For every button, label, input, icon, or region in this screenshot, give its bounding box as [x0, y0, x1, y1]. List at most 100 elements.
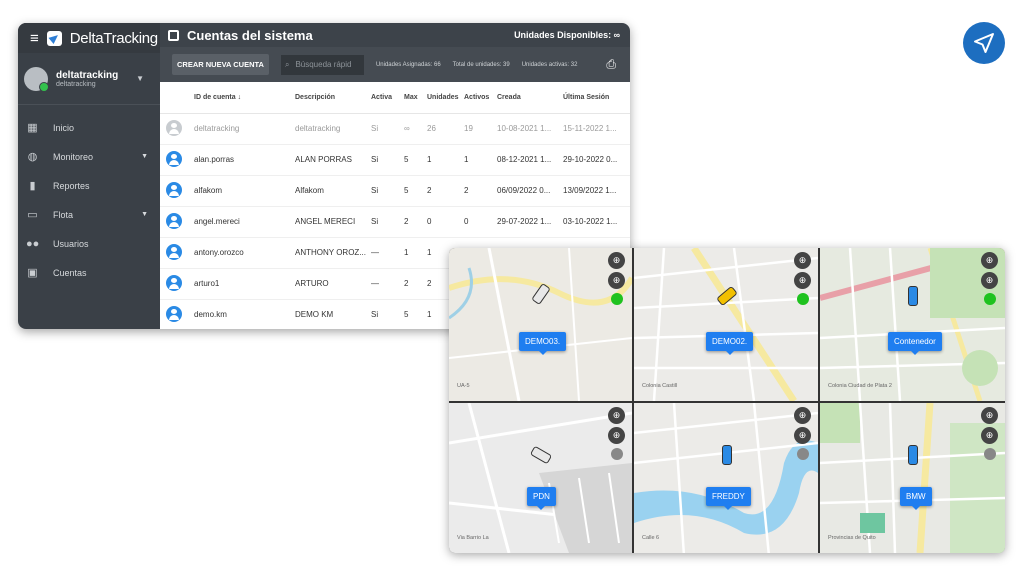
column-header[interactable]: ID de cuenta ↓ [194, 82, 295, 114]
bar-chart-icon: ▮ [29, 180, 36, 192]
page-header: Cuentas del sistema Unidades Disponibles… [160, 23, 630, 47]
user-avatar-icon [166, 305, 182, 322]
vehicle-label[interactable]: BMW [900, 487, 932, 510]
printer-icon[interactable]: ⎙ [606, 57, 616, 72]
vehicle-icon[interactable] [722, 445, 732, 465]
search-input[interactable]: ⌕ Búsqueda rápid [280, 54, 364, 75]
zoom-in-icon[interactable]: ⊕ [794, 252, 811, 269]
map-tile[interactable]: Via Barrio La ⊕ ⊕ PDN [449, 403, 632, 553]
vehicle-icon[interactable] [908, 286, 918, 306]
table-row[interactable]: deltatracking deltatracking Si ∞ 26 19 10-08-2… [160, 113, 630, 145]
table-cell: demo.km [194, 299, 295, 329]
table-row[interactable]: alfakom Alfakom Si 5 2 2 06/09/2022 0... 13/09/… [160, 175, 630, 207]
user-avatar-icon [166, 274, 182, 291]
vehicle-label[interactable]: FREDDY [706, 487, 751, 510]
table-cell: 2 [404, 268, 427, 300]
table-row[interactable]: angel.mereci ANGEL MERECI Si 2 0 0 29-07-2022 … [160, 206, 630, 238]
sidebar-item-reportes[interactable]: ▮ Reportes [18, 171, 160, 200]
user-avatar-icon [166, 119, 182, 136]
zoom-in-icon[interactable]: ⊕ [981, 272, 998, 289]
create-account-button[interactable]: CREAR NUEVA CUENTA [172, 54, 269, 75]
table-cell: 5 [404, 144, 427, 176]
column-header[interactable]: Max [404, 82, 427, 114]
column-header[interactable]: Unidades [427, 82, 464, 114]
zoom-in-icon[interactable]: ⊕ [981, 252, 998, 269]
zoom-in-icon[interactable]: ⊕ [608, 427, 625, 444]
active-units: Unidades activas: 32 [521, 61, 578, 68]
column-header[interactable]: Activa [371, 82, 404, 114]
sidebar-item-label: Flota [53, 209, 74, 220]
vehicle-label[interactable]: Contenedor [888, 332, 942, 355]
table-cell: Si [371, 113, 404, 145]
table-cell: Si [371, 144, 404, 176]
vehicle-label[interactable]: PDN [527, 487, 556, 510]
user-avatar-icon [166, 212, 182, 229]
menu-icon[interactable]: ≡ [30, 30, 39, 47]
sidebar-item-inicio[interactable]: ▦ Inicio [18, 113, 160, 142]
table-cell: angel.mereci [194, 206, 295, 238]
column-header[interactable]: Creada [497, 82, 563, 114]
table-cell: alfakom [194, 175, 295, 207]
table-cell: ANGEL MERECI [295, 206, 371, 238]
map-grid: UA-5 ⊕ ⊕ DEMO03. Colonia Castill ⊕ ⊕ DEMO02. Col… [449, 248, 1005, 553]
column-header[interactable]: Descripción [295, 82, 371, 114]
street-label: Provincias de Quito [828, 535, 876, 541]
available-units: Unidades Disponibles: ∞ [514, 30, 620, 40]
search-placeholder: Búsqueda rápid [295, 60, 352, 69]
navigation-arrow-icon [974, 33, 994, 53]
user-panel[interactable]: deltatracking deltatracking ▼ [18, 53, 160, 105]
vehicle-label[interactable]: DEMO02. [706, 332, 754, 355]
toolbar: CREAR NUEVA CUENTA ⌕ Búsqueda rápid Unid… [160, 47, 630, 82]
table-cell: 06/09/2022 0... [497, 175, 563, 207]
map-tile[interactable]: Colonia Castill ⊕ ⊕ DEMO02. [634, 248, 818, 401]
table-cell: arturo1 [194, 268, 295, 300]
status-dot [611, 293, 623, 305]
table-cell: ANTHONY OROZ... [295, 237, 371, 269]
table-cell: 19 [464, 113, 497, 145]
user-avatar-icon [166, 181, 182, 198]
zoom-in-icon[interactable]: ⊕ [794, 272, 811, 289]
brand-name: DeltaTracking [69, 29, 158, 47]
sidebar-item-label: Monitoreo [53, 151, 94, 162]
table-row[interactable]: alan.porras ALAN PORRAS Si 5 1 1 08-12-2021 1.… [160, 144, 630, 176]
globe-icon: ◍ [27, 151, 38, 163]
table-cell: ALAN PORRAS [295, 144, 371, 176]
map-roads [634, 403, 818, 553]
map-tile[interactable]: Calle 6 ⊕ ⊕ FREDDY [634, 403, 818, 553]
table-cell: 0 [427, 206, 464, 238]
table-cell: Si [371, 299, 404, 329]
street-label: UA-5 [457, 383, 470, 389]
table-cell: 2 [427, 175, 464, 207]
table-cell: ∞ [404, 113, 427, 145]
user-avatar-icon [166, 150, 182, 167]
map-tile[interactable]: UA-5 ⊕ ⊕ DEMO03. [449, 248, 632, 401]
map-tile[interactable]: Provincias de Quito ⊕ ⊕ BMW [820, 403, 1005, 553]
map-tile[interactable]: Colonia Ciudad de Plata 2 ⊕ ⊕ Contenedor [820, 248, 1005, 401]
status-dot [797, 448, 809, 460]
logo-icon [46, 30, 62, 46]
caret-down-icon[interactable]: ▼ [136, 74, 144, 83]
sidebar-item-cuentas[interactable]: ▣ Cuentas [18, 258, 160, 287]
table-cell: 1 [404, 237, 427, 269]
zoom-in-icon[interactable]: ⊕ [608, 272, 625, 289]
sidebar-item-usuarios[interactable]: ●● Usuarios [18, 229, 160, 258]
column-header[interactable]: Última Sesión [563, 82, 630, 114]
vehicle-icon[interactable] [908, 445, 918, 465]
zoom-in-icon[interactable]: ⊕ [794, 427, 811, 444]
zoom-in-icon[interactable]: ⊕ [981, 407, 998, 424]
table-cell: 5 [404, 299, 427, 329]
street-label: Colonia Ciudad de Plata 2 [828, 383, 892, 389]
sidebar-item-flota[interactable]: ▭ Flota ▼ [18, 200, 160, 229]
sidebar-item-label: Reportes [53, 180, 90, 191]
zoom-in-icon[interactable]: ⊕ [794, 407, 811, 424]
zoom-in-icon[interactable]: ⊕ [981, 427, 998, 444]
table-cell: Si [371, 206, 404, 238]
vehicle-label[interactable]: DEMO03. [519, 332, 567, 355]
sidebar-item-monitoreo[interactable]: ◍ Monitoreo ▼ [18, 142, 160, 171]
column-header[interactable]: Activos [464, 82, 497, 114]
avatar [24, 66, 49, 92]
zoom-in-icon[interactable]: ⊕ [608, 407, 625, 424]
user-name: deltatracking [56, 69, 119, 81]
table-cell: 1 [427, 144, 464, 176]
zoom-in-icon[interactable]: ⊕ [608, 252, 625, 269]
